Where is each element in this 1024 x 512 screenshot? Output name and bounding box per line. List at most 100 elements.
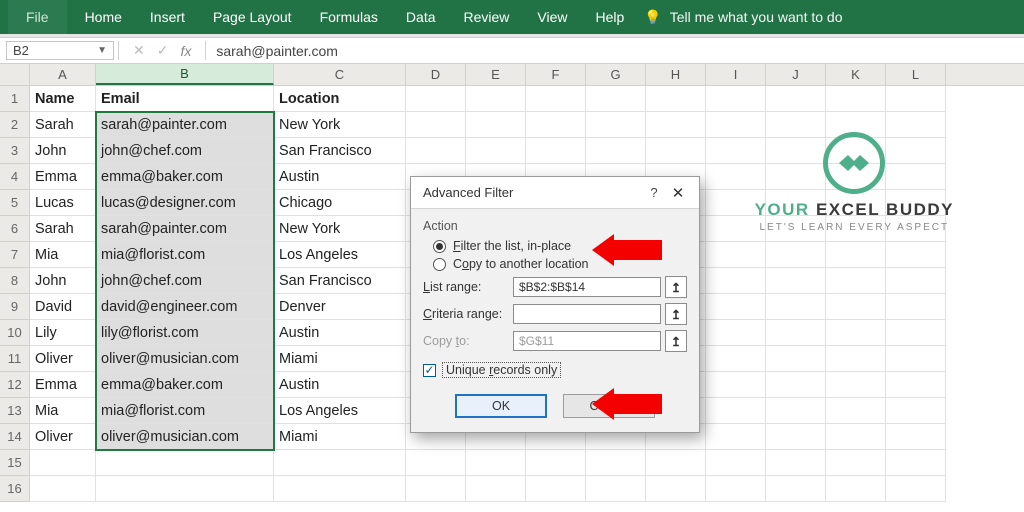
cell[interactable]: Austin bbox=[274, 164, 406, 190]
cell[interactable]: oliver@musician.com bbox=[96, 346, 274, 372]
cell[interactable] bbox=[646, 112, 706, 138]
cell[interactable] bbox=[586, 112, 646, 138]
cell[interactable] bbox=[826, 268, 886, 294]
row-header[interactable]: 11 bbox=[0, 346, 30, 372]
cell[interactable] bbox=[826, 346, 886, 372]
cell[interactable] bbox=[766, 320, 826, 346]
tab-data[interactable]: Data bbox=[392, 0, 450, 34]
row-header[interactable]: 6 bbox=[0, 216, 30, 242]
cell[interactable] bbox=[406, 86, 466, 112]
cell[interactable] bbox=[406, 450, 466, 476]
cell[interactable]: John bbox=[30, 268, 96, 294]
tab-formulas[interactable]: Formulas bbox=[306, 0, 392, 34]
cell[interactable] bbox=[766, 476, 826, 502]
cell[interactable] bbox=[886, 476, 946, 502]
tab-review[interactable]: Review bbox=[450, 0, 524, 34]
cell[interactable]: Emma bbox=[30, 164, 96, 190]
cell[interactable] bbox=[646, 138, 706, 164]
cell[interactable] bbox=[706, 346, 766, 372]
row-header[interactable]: 12 bbox=[0, 372, 30, 398]
tab-file[interactable]: File bbox=[8, 0, 67, 34]
cell[interactable] bbox=[274, 450, 406, 476]
cell[interactable]: john@chef.com bbox=[96, 138, 274, 164]
cell[interactable]: Austin bbox=[274, 320, 406, 346]
row-header[interactable]: 1 bbox=[0, 86, 30, 112]
cell[interactable] bbox=[766, 450, 826, 476]
cell[interactable] bbox=[766, 372, 826, 398]
fx-icon[interactable]: fx bbox=[180, 43, 191, 59]
cell[interactable] bbox=[886, 294, 946, 320]
col-header-d[interactable]: D bbox=[406, 64, 466, 85]
cell[interactable] bbox=[646, 86, 706, 112]
unique-records-checkbox[interactable]: ✓ Unique records only bbox=[423, 362, 687, 378]
cell[interactable]: Oliver bbox=[30, 424, 96, 450]
cell[interactable] bbox=[526, 476, 586, 502]
cell[interactable]: Oliver bbox=[30, 346, 96, 372]
cell[interactable]: Denver bbox=[274, 294, 406, 320]
cell[interactable]: sarah@painter.com bbox=[96, 112, 274, 138]
tab-insert[interactable]: Insert bbox=[136, 0, 199, 34]
cell[interactable] bbox=[826, 242, 886, 268]
close-icon[interactable]: ✕ bbox=[665, 184, 691, 202]
cell[interactable] bbox=[826, 450, 886, 476]
tell-me[interactable]: 💡 Tell me what you want to do bbox=[644, 9, 842, 26]
tab-view[interactable]: View bbox=[523, 0, 581, 34]
cell[interactable]: Mia bbox=[30, 398, 96, 424]
cell[interactable] bbox=[706, 242, 766, 268]
col-header-h[interactable]: H bbox=[646, 64, 706, 85]
cell[interactable] bbox=[826, 424, 886, 450]
cell[interactable] bbox=[274, 476, 406, 502]
help-icon[interactable]: ? bbox=[643, 185, 665, 200]
cell[interactable]: john@chef.com bbox=[96, 268, 274, 294]
cell[interactable]: Miami bbox=[274, 424, 406, 450]
cell[interactable] bbox=[886, 450, 946, 476]
row-header[interactable]: 10 bbox=[0, 320, 30, 346]
cell[interactable] bbox=[526, 86, 586, 112]
cell[interactable] bbox=[886, 268, 946, 294]
row-header[interactable]: 5 bbox=[0, 190, 30, 216]
cell[interactable] bbox=[826, 372, 886, 398]
col-header-f[interactable]: F bbox=[526, 64, 586, 85]
cell[interactable] bbox=[406, 112, 466, 138]
row-header[interactable]: 3 bbox=[0, 138, 30, 164]
cell[interactable] bbox=[766, 86, 826, 112]
cell[interactable]: lucas@designer.com bbox=[96, 190, 274, 216]
cell[interactable]: Email bbox=[96, 86, 274, 112]
cell[interactable]: San Francisco bbox=[274, 268, 406, 294]
cell[interactable]: Miami bbox=[274, 346, 406, 372]
cell[interactable]: mia@florist.com bbox=[96, 398, 274, 424]
row-header[interactable]: 13 bbox=[0, 398, 30, 424]
cell[interactable] bbox=[706, 372, 766, 398]
cell[interactable]: lily@florist.com bbox=[96, 320, 274, 346]
cell[interactable]: sarah@painter.com bbox=[96, 216, 274, 242]
cell[interactable] bbox=[646, 450, 706, 476]
cell[interactable] bbox=[526, 450, 586, 476]
cell[interactable] bbox=[826, 320, 886, 346]
col-header-a[interactable]: A bbox=[30, 64, 96, 85]
cell[interactable] bbox=[886, 424, 946, 450]
row-header[interactable]: 14 bbox=[0, 424, 30, 450]
criteria-range-input[interactable] bbox=[513, 304, 661, 324]
range-picker-icon[interactable]: ↥ bbox=[665, 276, 687, 298]
cell[interactable] bbox=[96, 450, 274, 476]
cell[interactable]: Austin bbox=[274, 372, 406, 398]
cell[interactable]: Los Angeles bbox=[274, 398, 406, 424]
enter-icon[interactable]: ✓ bbox=[157, 42, 169, 59]
cell[interactable] bbox=[886, 398, 946, 424]
select-all-corner[interactable] bbox=[0, 64, 30, 85]
cell[interactable] bbox=[30, 450, 96, 476]
cell[interactable] bbox=[886, 372, 946, 398]
cell[interactable] bbox=[886, 242, 946, 268]
cell[interactable] bbox=[466, 138, 526, 164]
row-header[interactable]: 16 bbox=[0, 476, 30, 502]
cell[interactable] bbox=[706, 476, 766, 502]
cell[interactable] bbox=[706, 86, 766, 112]
range-picker-icon[interactable]: ↥ bbox=[665, 303, 687, 325]
cell[interactable] bbox=[466, 112, 526, 138]
cell[interactable] bbox=[886, 320, 946, 346]
col-header-l[interactable]: L bbox=[886, 64, 946, 85]
cell[interactable] bbox=[826, 398, 886, 424]
list-range-input[interactable]: $B$2:$B$14 bbox=[513, 277, 661, 297]
cell[interactable] bbox=[766, 242, 826, 268]
cell[interactable] bbox=[586, 476, 646, 502]
